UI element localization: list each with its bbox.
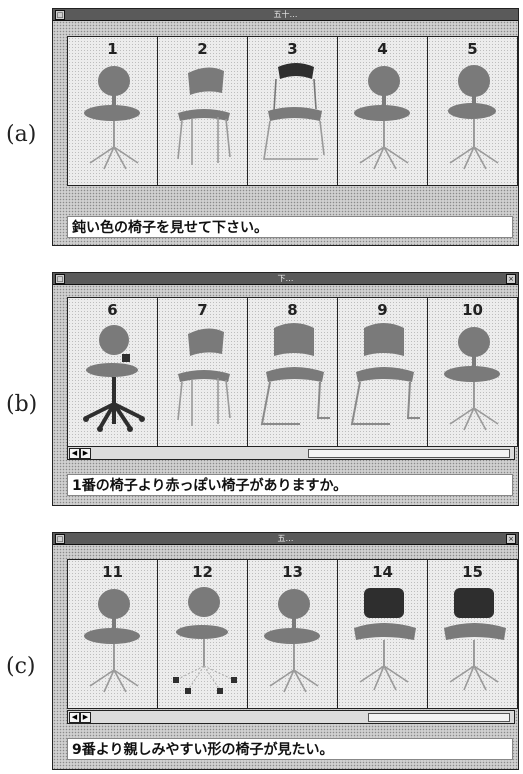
chair-image	[354, 66, 410, 170]
window-title: 下…	[277, 274, 294, 283]
chair-number: 4	[377, 40, 388, 58]
chair-number: 11	[102, 563, 123, 581]
chair-cell[interactable]: 14	[338, 560, 428, 708]
panel-a-label: (a)	[6, 122, 37, 147]
title-bar[interactable]: □ 下… ×	[53, 273, 518, 285]
chair-image	[177, 328, 231, 426]
scroll-thumb[interactable]	[308, 449, 510, 458]
chair-strip: 6 7 8 9 10	[67, 297, 518, 447]
chair-image	[263, 63, 325, 160]
chair-cell[interactable]: 12	[158, 560, 248, 708]
chair-number: 8	[287, 301, 298, 319]
panel-b-label: (b)	[6, 392, 38, 417]
scroll-thumb[interactable]	[368, 713, 510, 722]
query-caption: 1番の椅子より赤っぽい椅子がありますか。	[67, 474, 513, 496]
scroll-left-icon[interactable]: ◀	[69, 712, 80, 723]
chair-image	[84, 589, 140, 693]
chair-number: 13	[282, 563, 303, 581]
chair-number: 3	[287, 40, 298, 58]
chair-cell[interactable]: 15	[428, 560, 517, 708]
chair-number: 12	[192, 563, 213, 581]
title-bar[interactable]: □ 五… ×	[53, 533, 518, 545]
chair-number: 6	[107, 301, 118, 319]
chair-image	[173, 587, 237, 694]
chair-cell[interactable]: 5	[428, 37, 517, 185]
chair-number: 10	[462, 301, 483, 319]
window-title: 五十…	[273, 10, 298, 19]
horizontal-scrollbar[interactable]: ◀ ▶	[67, 710, 515, 724]
zoom-box-icon[interactable]: ×	[506, 274, 516, 284]
chair-image	[83, 325, 145, 432]
chair-cell[interactable]: 10	[428, 298, 517, 446]
chair-cell[interactable]: 13	[248, 560, 338, 708]
scroll-right-icon[interactable]: ▶	[80, 712, 91, 723]
chair-strip: 1 2 3 4 5	[67, 36, 518, 186]
chair-number: 7	[197, 301, 208, 319]
chair-number: 9	[377, 301, 388, 319]
chair-image	[264, 589, 320, 693]
chair-number: 2	[197, 40, 208, 58]
panel-c-label: (c)	[6, 654, 36, 679]
chair-cell[interactable]: 11	[68, 560, 158, 708]
window-title: 五…	[277, 534, 294, 543]
chair-cell[interactable]: 3	[248, 37, 338, 185]
chair-image	[84, 66, 140, 170]
zoom-box-icon[interactable]: ×	[506, 534, 516, 544]
chair-image	[177, 67, 231, 165]
chair-image	[448, 65, 499, 170]
title-bar[interactable]: □ 五十…	[53, 9, 518, 21]
scroll-right-icon[interactable]: ▶	[80, 448, 91, 459]
chair-cell[interactable]: 6	[68, 298, 158, 446]
chair-image	[260, 323, 330, 425]
query-caption: 鈍い色の椅子を見せて下さい。	[67, 216, 513, 238]
horizontal-scrollbar[interactable]: ◀ ▶	[67, 446, 515, 460]
chair-image	[444, 327, 500, 431]
chair-image	[354, 588, 416, 691]
query-caption: 9番より親しみやすい形の椅子が見たい。	[67, 738, 513, 760]
chair-cell[interactable]: 2	[158, 37, 248, 185]
result-window-b: □ 下… × 6 7 8 9 10 ◀ ▶ 1番の椅子より赤っぽい椅子があります…	[52, 272, 519, 506]
chair-number: 15	[462, 563, 483, 581]
chair-number: 5	[467, 40, 478, 58]
chair-cell[interactable]: 4	[338, 37, 428, 185]
chair-cell[interactable]: 7	[158, 298, 248, 446]
chair-number: 1	[107, 40, 118, 58]
result-window-a: □ 五十… 1 2 3 4 5 鈍い色の椅子を見せて下さい。	[52, 8, 519, 246]
chair-image	[350, 323, 420, 425]
result-window-c: □ 五… × 11 12 13 14 15 ◀ ▶ 9番より親しみやすい形の椅子…	[52, 532, 519, 770]
chair-strip: 11 12 13 14 15	[67, 559, 518, 709]
chair-cell[interactable]: 1	[68, 37, 158, 185]
chair-number: 14	[372, 563, 393, 581]
chair-image	[444, 588, 506, 691]
chair-cell[interactable]: 9	[338, 298, 428, 446]
chair-cell[interactable]: 8	[248, 298, 338, 446]
scroll-left-icon[interactable]: ◀	[69, 448, 80, 459]
